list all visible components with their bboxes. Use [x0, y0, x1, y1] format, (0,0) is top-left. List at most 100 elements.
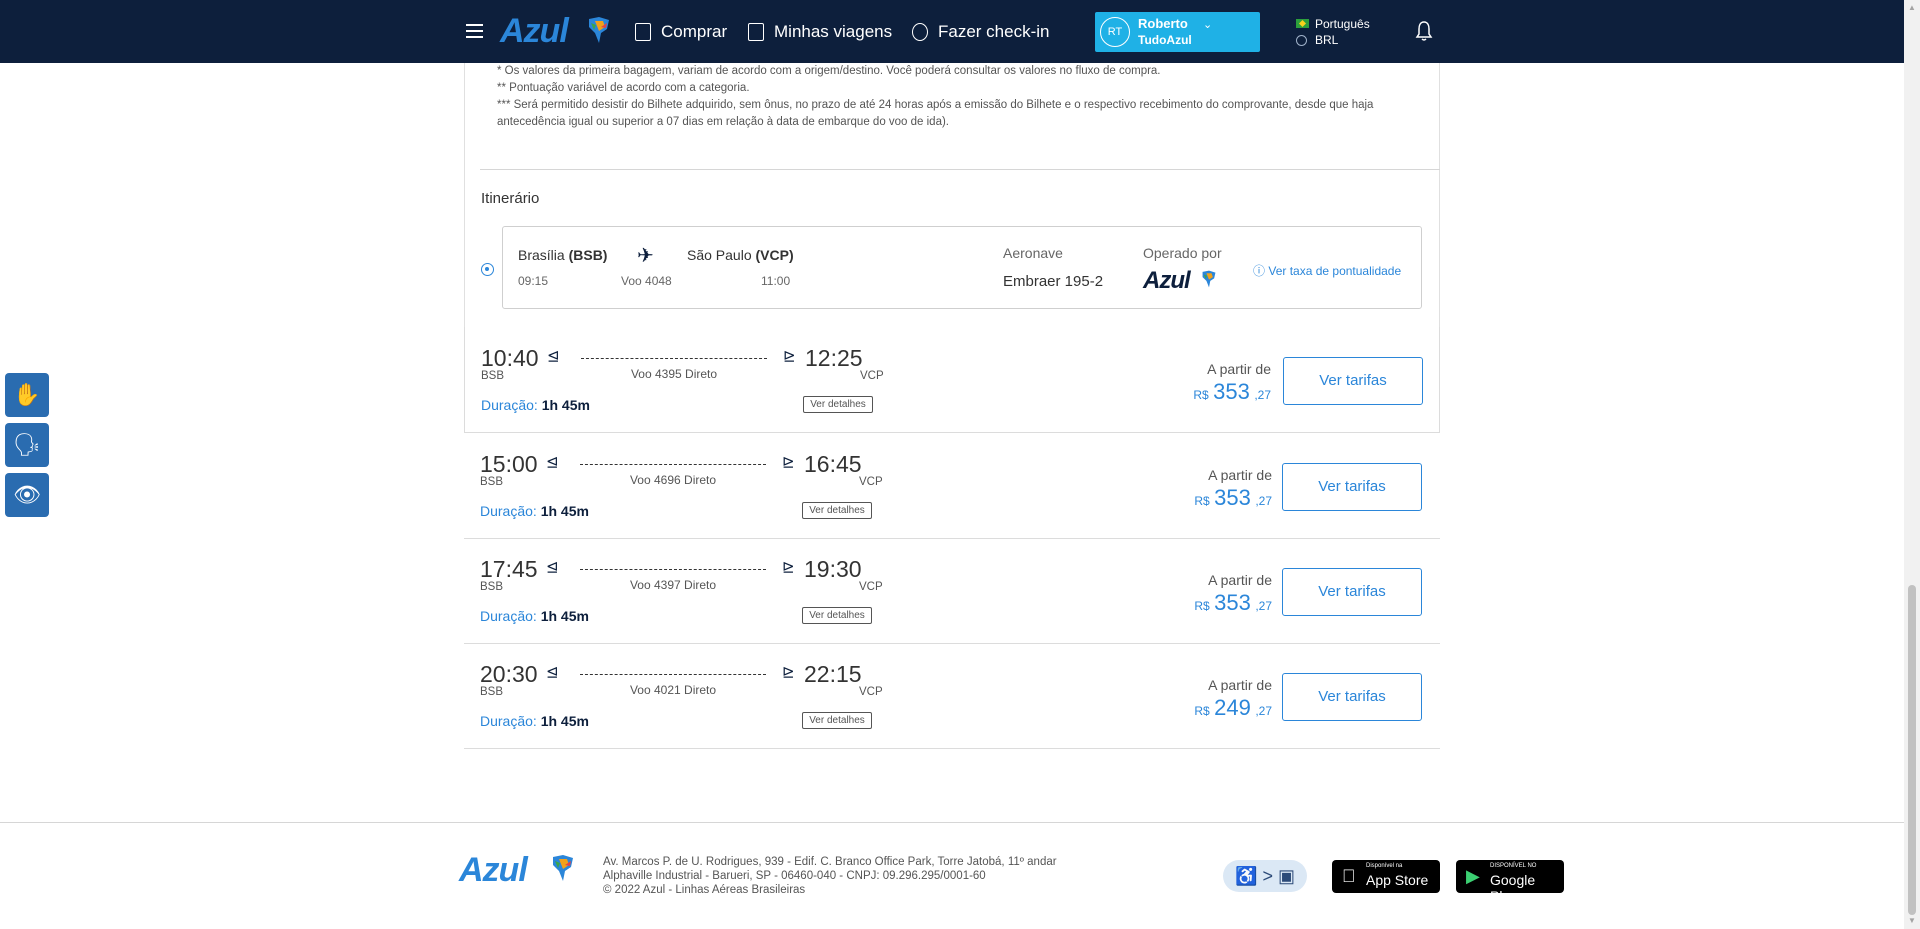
accessibility-badge[interactable]: ♿ > ▣: [1223, 860, 1307, 892]
google-play-label: Google Play: [1490, 872, 1536, 904]
arrival-code: VCP: [859, 686, 883, 698]
azul-logo[interactable]: Azul: [500, 12, 569, 51]
duration: Duração: 1h 45m: [480, 713, 589, 729]
landing-icon: ⊵: [782, 664, 795, 681]
page-scrollbar[interactable]: ▲ ▼: [1904, 0, 1920, 929]
address-line: Alphaville Industrial - Barueri, SP - 06…: [603, 870, 986, 882]
scroll-up-arrow-icon[interactable]: ▲: [1908, 3, 1916, 12]
flight-number: Voo 4397 Direto: [629, 578, 717, 592]
landing-icon: ⊵: [782, 559, 795, 576]
punctuality-link[interactable]: ⓘ Ver taxa de pontualidade: [1253, 262, 1401, 279]
speaking-head-icon: 🗣: [13, 432, 41, 457]
see-fares-button[interactable]: Ver tarifas: [1283, 357, 1423, 405]
punctuality-link-label: Ver taxa de pontualidade: [1268, 264, 1402, 278]
menu-icon[interactable]: [466, 24, 483, 38]
shopping-bag-icon: [635, 23, 651, 41]
price-from-label: A partir de: [1208, 572, 1272, 588]
details-button[interactable]: Ver detalhes: [802, 712, 872, 729]
flight-number: Voo 4696 Direto: [629, 473, 717, 487]
arrival-time: 19:30: [804, 556, 862, 582]
nav-comprar[interactable]: Comprar: [635, 22, 727, 42]
scroll-down-arrow-icon[interactable]: ▼: [1908, 916, 1916, 925]
details-button[interactable]: Ver detalhes: [802, 502, 872, 519]
avatar: RT: [1100, 17, 1130, 47]
scrollbar-thumb[interactable]: [1908, 585, 1916, 915]
app-store-label: App Store: [1366, 872, 1429, 888]
see-fares-button[interactable]: Ver tarifas: [1282, 568, 1422, 616]
duration-value: 1h 45m: [540, 608, 589, 624]
price: R$ 353 ,27: [1194, 485, 1272, 511]
nav-check-in-label: Fazer check-in: [938, 22, 1050, 41]
brazil-flag-icon: [1296, 19, 1309, 28]
language-currency-selector[interactable]: Português BRL: [1296, 16, 1370, 48]
arrival-code: VCP: [859, 581, 883, 593]
see-fares-button[interactable]: Ver tarifas: [1282, 463, 1422, 511]
monitor-icon: ▣: [1277, 866, 1295, 886]
price-integer: 249: [1214, 695, 1251, 720]
price-from-label: A partir de: [1207, 361, 1271, 377]
arrival-code: VCP: [859, 476, 883, 488]
itinerary-title: Itinerário: [481, 190, 540, 207]
azul-bird-logo-icon: [589, 17, 609, 43]
nav-minhas-viagens[interactable]: Minhas viagens: [748, 22, 892, 42]
eye-slash-icon: 👁: [13, 482, 41, 507]
audio-description-button[interactable]: 🗣: [5, 423, 49, 467]
google-play-icon: ▶: [1466, 866, 1480, 886]
route-line: [580, 674, 766, 675]
price-cents: ,27: [1254, 388, 1271, 402]
destination-code: (VCP): [755, 247, 794, 263]
boarding-pass-icon: [748, 23, 764, 41]
flight-row: 20:30 ⊴ BSB Voo 4021 Direto ⊵ 22:15 VCP …: [464, 643, 1440, 749]
landing-icon: ⊵: [783, 348, 796, 365]
price-currency: R$: [1194, 599, 1210, 613]
duration: Duração: 1h 45m: [480, 503, 589, 519]
duration-label: Duração:: [480, 503, 541, 519]
see-fares-button[interactable]: Ver tarifas: [1282, 673, 1422, 721]
user-menu-button[interactable]: RT Roberto ⌄ TudoAzul: [1095, 12, 1260, 52]
google-play-badge[interactable]: ▶ DISPONÍVEL NO Google Play: [1456, 860, 1564, 904]
app-store-badge[interactable]:  Disponível na App Store: [1332, 860, 1440, 893]
low-vision-button[interactable]: 👁: [5, 473, 49, 517]
departure-code: BSB: [480, 476, 504, 488]
route-line: [581, 358, 767, 359]
notification-bell-icon[interactable]: [1415, 20, 1433, 42]
departure-code: BSB: [480, 686, 504, 698]
takeoff-icon: ⊴: [546, 664, 559, 681]
aircraft-label: Aeronave: [1003, 245, 1063, 261]
duration: Duração: 1h 45m: [480, 608, 589, 624]
destination-city-name: São Paulo: [687, 247, 756, 263]
price: R$ 353 ,27: [1194, 590, 1272, 616]
details-button[interactable]: Ver detalhes: [803, 396, 873, 413]
copyright: © 2022 Azul - Linhas Aéreas Brasileiras: [603, 884, 806, 896]
footer-address: Av. Marcos P. de U. Rodrigues, 939 - Edi…: [603, 855, 1057, 897]
address-line: Av. Marcos P. de U. Rodrigues, 939 - Edi…: [603, 856, 1057, 868]
flight-number: Voo 4021 Direto: [629, 683, 717, 697]
price-from-label: A partir de: [1208, 467, 1272, 483]
footer-logo[interactable]: Azul: [459, 851, 528, 890]
itinerary-radio[interactable]: [481, 263, 494, 276]
price: R$ 353 ,27: [1193, 379, 1271, 405]
price-cents: ,27: [1255, 704, 1272, 718]
departure-time: 20:30: [480, 661, 538, 687]
duration-value: 1h 45m: [540, 503, 589, 519]
nav-comprar-label: Comprar: [661, 22, 728, 41]
app-store-small-label: Disponível na: [1366, 863, 1403, 869]
sign-language-button[interactable]: ✋: [5, 373, 49, 417]
nav-check-in[interactable]: Fazer check-in: [912, 22, 1049, 42]
details-button[interactable]: Ver detalhes: [802, 607, 872, 624]
google-play-small-label: DISPONÍVEL NO: [1490, 863, 1537, 869]
currency-label: BRL: [1315, 33, 1339, 47]
wheelchair-icon: ♿: [1235, 866, 1258, 886]
duration-label: Duração:: [480, 608, 541, 624]
arrival-time: 12:25: [805, 345, 863, 371]
footer-divider: [0, 822, 1904, 823]
price-cents: ,27: [1255, 599, 1272, 613]
language-label: Português: [1315, 17, 1370, 31]
arrival-time: 16:45: [804, 451, 862, 477]
duration: Duração: 1h 45m: [481, 397, 590, 413]
duration-value: 1h 45m: [540, 713, 589, 729]
origin-time: 09:15: [518, 274, 549, 288]
flight-row: 17:45 ⊴ BSB Voo 4397 Direto ⊵ 19:30 VCP …: [464, 538, 1440, 644]
price-currency: R$: [1193, 388, 1209, 402]
divider: [480, 169, 1440, 170]
